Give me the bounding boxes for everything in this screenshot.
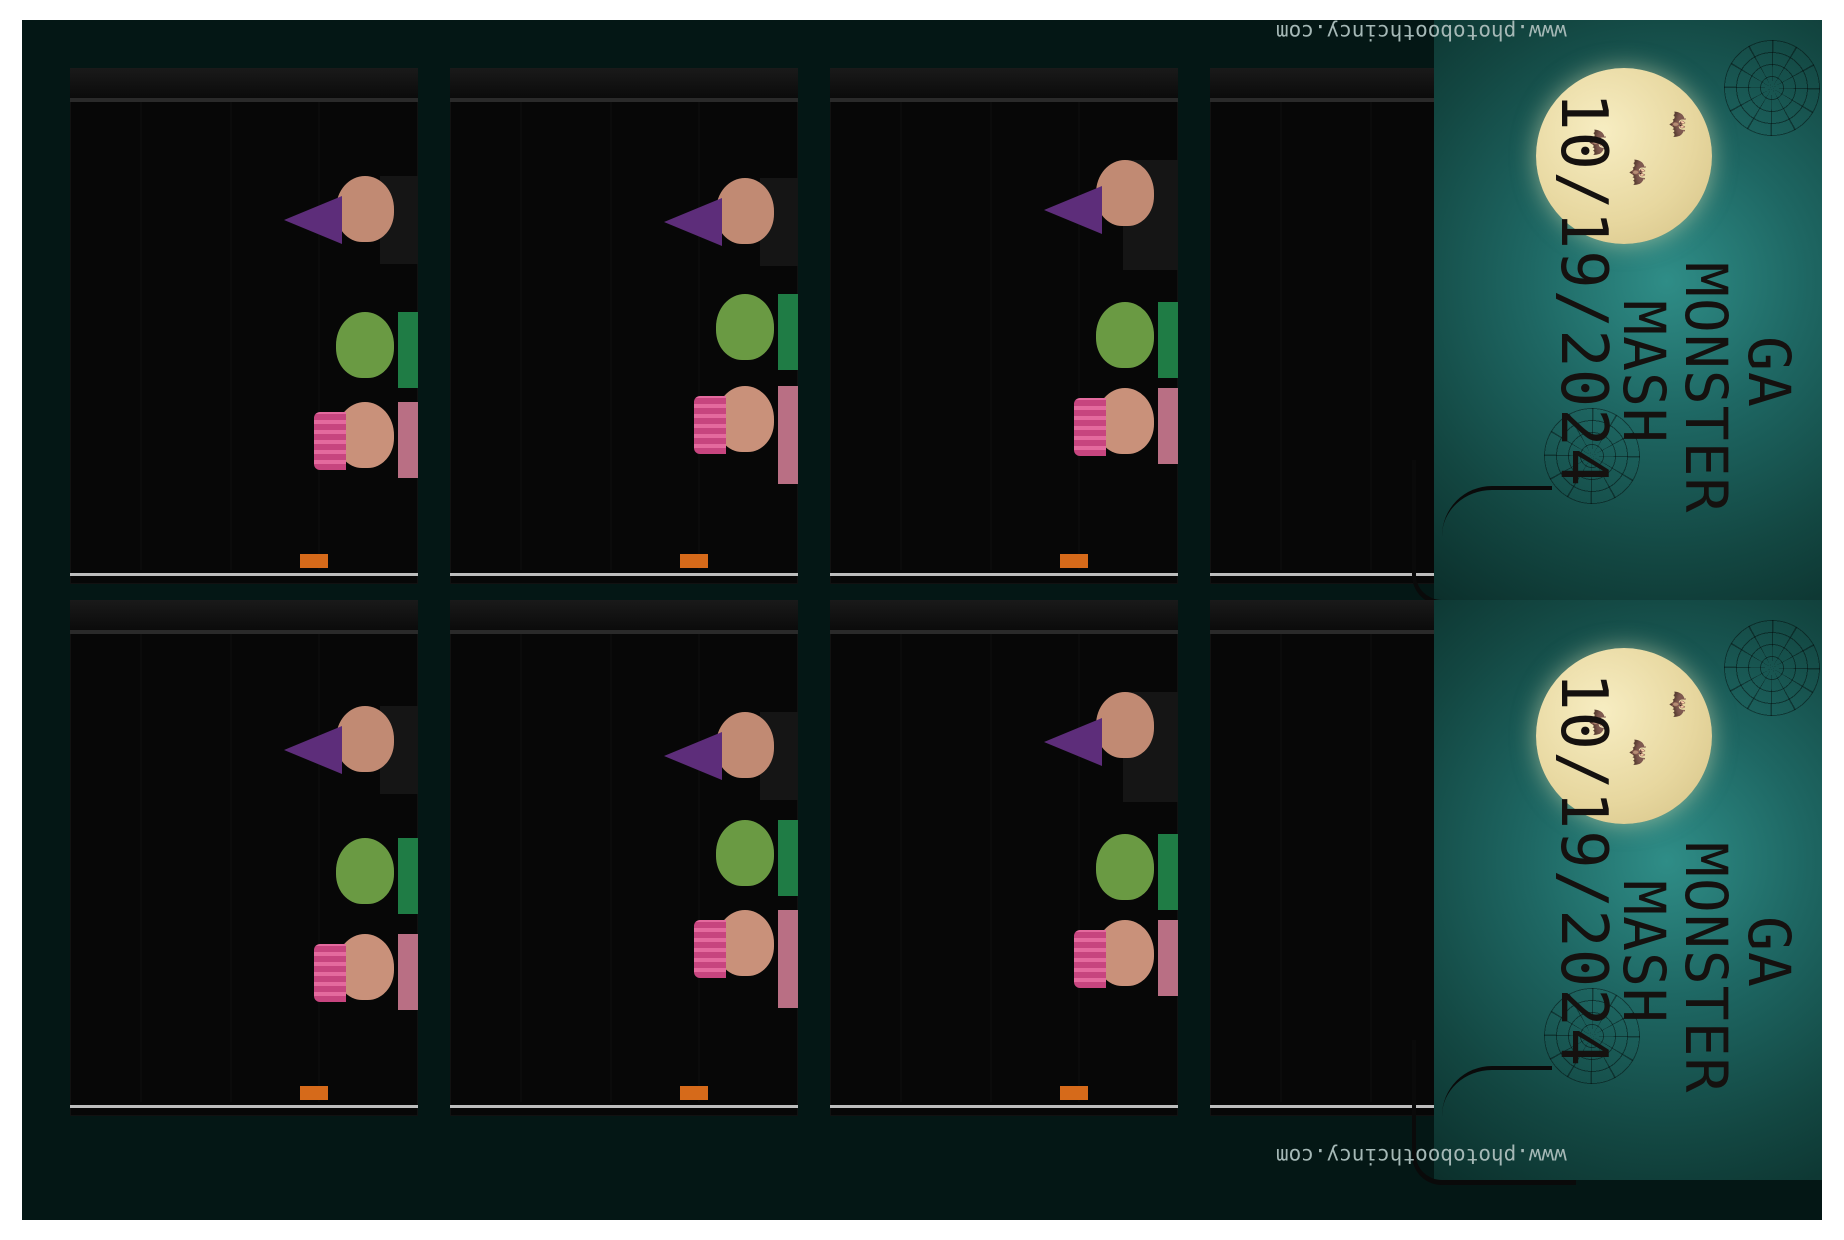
child-witch [268, 176, 418, 264]
curtain-fold [140, 634, 142, 1102]
photo-frame [70, 68, 418, 584]
event-text-block: GA MONSTER MASH 10/19/2024 [1546, 62, 1844, 602]
child-witch [1028, 160, 1178, 270]
event-title-line: MONSTER [1672, 262, 1741, 514]
child-princess [668, 910, 798, 1008]
curtain-bottom-line [70, 573, 418, 576]
website-text: www.photoboothcincy.com [1276, 20, 1567, 44]
curtain-fold [610, 102, 612, 570]
curtain-bottom-line [450, 1105, 798, 1108]
event-title-line: GA [1735, 916, 1803, 988]
curtain-rail [830, 98, 1178, 102]
curtain-bottom-line [830, 573, 1178, 576]
child-green-face [696, 294, 798, 372]
floor-prop [1060, 554, 1088, 568]
event-title-line: GA [1735, 336, 1803, 408]
photo-frame [830, 68, 1178, 584]
event-title-line: MASH [1609, 880, 1678, 1024]
curtain-bottom-line [70, 1105, 418, 1108]
child-green-face [1076, 834, 1178, 912]
curtain-rail [830, 630, 1178, 634]
curtain-fold [900, 634, 902, 1102]
child-green-face [1076, 302, 1178, 380]
photo-strip-bottom: 🦇 🦇 🦇 GA MONSTER MASH 10/19/2024 www.pho… [22, 600, 1822, 1185]
curtain-rail [70, 98, 418, 102]
curtain-fold [1280, 102, 1282, 570]
curtain-bottom-line [830, 1105, 1178, 1108]
curtain-fold [230, 102, 232, 570]
event-date: 10/19/2024 [1546, 672, 1620, 1068]
event-title-line: MASH [1609, 300, 1678, 444]
floor-prop [680, 1086, 708, 1100]
child-witch [268, 706, 418, 794]
event-title-line: MONSTER [1672, 842, 1741, 1094]
curtain-top [830, 600, 1178, 630]
event-title: GA MONSTER MASH [1609, 842, 1803, 1094]
curtain-fold [900, 102, 902, 570]
curtain-rail [450, 98, 798, 102]
child-princess [288, 934, 418, 1016]
curtain-bottom-line [450, 573, 798, 576]
child-princess [1048, 388, 1178, 470]
curtain-fold [520, 634, 522, 1102]
child-witch [648, 712, 798, 800]
curtain-fold [990, 634, 992, 1102]
photo-frame [450, 600, 798, 1116]
curtain-top [70, 600, 418, 630]
child-witch [648, 178, 798, 266]
child-witch [1028, 692, 1178, 802]
photo-strip-top: 🦇 🦇 🦇 GA MONSTER MASH 10/19/2024 www.pho… [22, 20, 1822, 605]
child-green-face [316, 312, 418, 390]
floor-prop [300, 554, 328, 568]
photo-frame [830, 600, 1178, 1116]
event-text-block: GA MONSTER MASH 10/19/2024 [1546, 642, 1844, 1182]
curtain-fold [230, 634, 232, 1102]
curtain-fold [990, 102, 992, 570]
curtain-top [830, 68, 1178, 98]
floor-prop [1060, 1086, 1088, 1100]
curtain-fold [140, 102, 142, 570]
curtain-top [70, 68, 418, 98]
curtain-top [450, 600, 798, 630]
tree-branch-icon [1412, 460, 1576, 605]
floor-prop [300, 1086, 328, 1100]
curtain-top [450, 68, 798, 98]
child-princess [1048, 920, 1178, 1002]
event-date: 10/19/2024 [1546, 92, 1620, 488]
curtain-rail [450, 630, 798, 634]
child-princess [288, 402, 418, 484]
child-green-face [696, 820, 798, 898]
curtain-fold [520, 102, 522, 570]
photo-frame [450, 68, 798, 584]
curtain-rail [70, 630, 418, 634]
photo-frame [70, 600, 418, 1116]
curtain-fold [610, 634, 612, 1102]
floor-prop [680, 554, 708, 568]
event-title: GA MONSTER MASH [1609, 262, 1803, 514]
website-text: www.photoboothcincy.com [1276, 1144, 1567, 1168]
curtain-fold [1280, 634, 1282, 1102]
child-green-face [316, 838, 418, 916]
photo-booth-sheet: 🦇 🦇 🦇 GA MONSTER MASH 10/19/2024 www.pho… [22, 20, 1822, 1220]
child-princess [668, 386, 798, 484]
